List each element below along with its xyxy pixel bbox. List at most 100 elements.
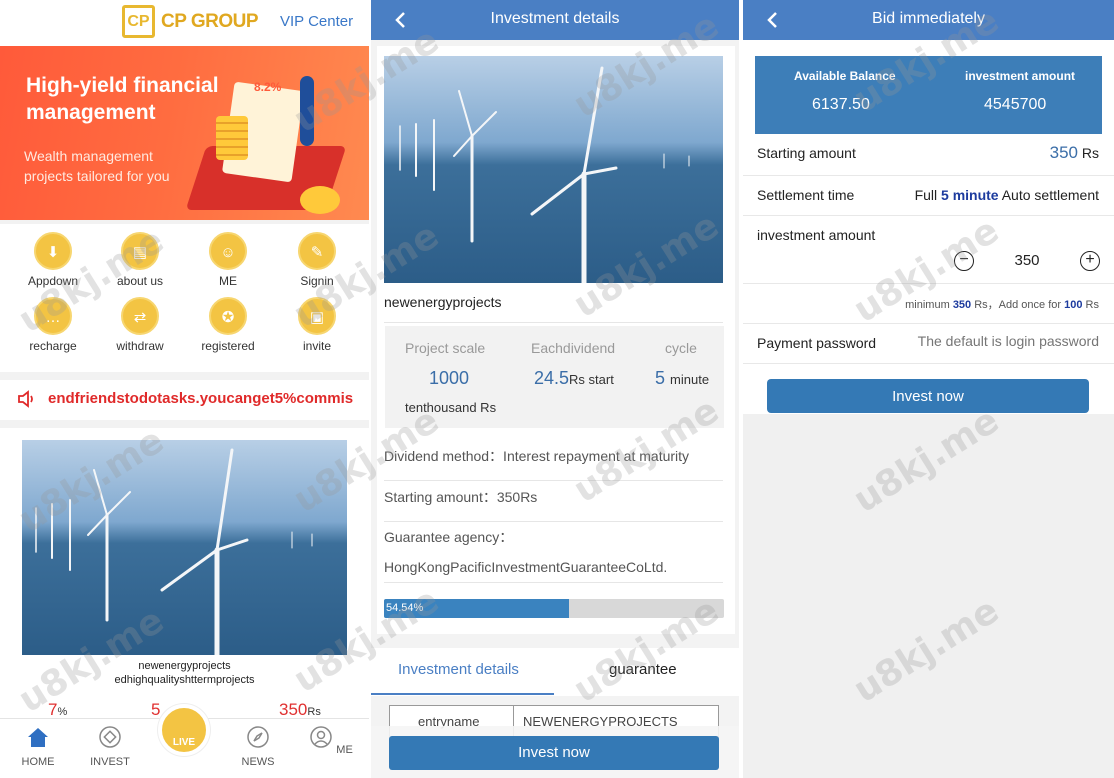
guarantee-agency-row: Guarantee agency： HongKongPacificInvestm… (384, 519, 723, 583)
promo-banner[interactable]: 8.2% High-yield financial management Wea… (0, 46, 369, 220)
withdraw-icon: ⇄ (121, 297, 159, 335)
min-value: 350 (279, 700, 308, 719)
tab-label: NEWS (241, 756, 275, 768)
menu-recharge[interactable]: … recharge (9, 297, 97, 353)
bid-screen: Bid immediately Available Balance invest… (743, 0, 1114, 778)
payment-password-label: Payment password (757, 335, 877, 351)
amount-hint-row: minimum 350 Rs，Add once for 100 Rs (743, 284, 1114, 324)
settlement-time-label: Settlement time (757, 187, 855, 203)
menu-registered[interactable]: ✪ registered (184, 297, 272, 353)
amount-input[interactable]: 350 (1005, 252, 1049, 269)
tab-invest[interactable]: INVEST (80, 725, 140, 768)
starting-number: 350 (1049, 143, 1078, 162)
wind-turbine-illustration (399, 66, 690, 283)
starting-amount-label: Starting amount (757, 145, 856, 161)
page-title: Bid immediately (872, 10, 985, 27)
hint-mid: Rs，Add once for (974, 299, 1062, 311)
tab-label: HOME (21, 756, 55, 768)
project-description: edhighqualityshttermprojects (114, 674, 255, 686)
live-button[interactable]: LIVE (158, 704, 210, 756)
person-illustration (300, 76, 314, 146)
dividend-label: Eachdividend (531, 340, 616, 356)
dividend-method-row: Dividend method：Interest repayment at ma… (384, 438, 723, 481)
starting-amount-row: Starting amount：350Rs (384, 479, 723, 522)
scale-label: Project scale (405, 340, 486, 356)
home-icon (28, 728, 48, 747)
menu-label: Appdown (27, 274, 79, 288)
scale-value: 1000 (429, 368, 470, 388)
payment-password-input[interactable] (899, 333, 1099, 349)
invest-now-button[interactable]: Invest now (389, 736, 719, 770)
progress-text: 54.54% (386, 602, 424, 614)
invest-icon (99, 726, 121, 748)
menu-label: Signin (300, 274, 334, 288)
dividend-number: 24.5 (534, 368, 570, 388)
guarantee-value: HongKongPacificInvestmentGuaranteeCoLtd. (384, 559, 668, 575)
investment-amount-row: investment amount − 350 + (743, 216, 1114, 284)
active-tab-indicator (371, 693, 554, 695)
invest-now-button[interactable]: Invest now (767, 379, 1089, 413)
back-arrow-icon[interactable] (763, 10, 783, 30)
piggy-bank-illustration (300, 186, 340, 214)
hint-step-value: 100 (1064, 299, 1083, 311)
menu-label: withdraw (116, 339, 164, 353)
settlement-time-row: Settlement time Full 5 minute Auto settl… (743, 176, 1114, 216)
tab-news[interactable]: NEWS (228, 725, 288, 768)
settlement-pre: Full (914, 187, 938, 203)
cycle-value: 5 minute (655, 368, 709, 389)
announcement-marquee[interactable]: endfriendstodotasks.youcanget5%commis (0, 380, 369, 420)
user-icon (310, 726, 332, 748)
page-title: Investment details (490, 10, 620, 27)
cycle-number: 5 (655, 368, 666, 388)
guarantee-label: Guarantee agency： (384, 529, 514, 545)
investment-amount-input-label: investment amount (757, 227, 876, 243)
home-screen: CP CP GROUP VIP Center 8.2% High-yield f… (0, 0, 369, 778)
wind-farm-image (384, 56, 723, 283)
amount-hint: minimum 350 Rs，Add once for 100 Rs (905, 296, 1099, 312)
menu-label: recharge (29, 339, 77, 353)
project-min: 350Rs (279, 700, 321, 720)
tab-home[interactable]: HOME (8, 725, 68, 768)
project-name: newenergyprojects (384, 294, 502, 310)
tab-guarantee[interactable]: guarantee (609, 661, 677, 678)
menu-signin[interactable]: ✎ Signin (273, 232, 361, 288)
investment-amount-value: 4545700 (984, 96, 1047, 113)
hint-minimum: minimum (905, 299, 950, 311)
menu-label: ME (219, 274, 237, 288)
back-arrow-icon[interactable] (391, 10, 411, 30)
menu-withdraw[interactable]: ⇄ withdraw (96, 297, 184, 353)
increase-button[interactable]: + (1080, 251, 1100, 271)
available-balance-value: 6137.50 (812, 96, 870, 113)
logo-icon: CP (122, 5, 155, 38)
menu-appdown[interactable]: ⬇ Appdown (9, 232, 97, 288)
speaker-icon (18, 390, 33, 408)
chat-icon: … (34, 297, 72, 335)
hint-unit: Rs (1085, 299, 1099, 311)
project-stats: Project scale Eachdividend cycle 1000 24… (385, 326, 724, 428)
menu-me[interactable]: ☺ ME (184, 232, 272, 288)
menu-invite[interactable]: ▣ invite (273, 297, 361, 353)
dividend-value: 24.5Rs start (534, 368, 614, 389)
settlement-post: Auto settlement (1001, 187, 1099, 203)
investment-amount-label: investment amount (965, 69, 1076, 83)
rate-unit: % (57, 706, 68, 718)
vip-center-link[interactable]: VIP Center (280, 13, 353, 30)
document-icon: ▤ (121, 232, 159, 270)
decrease-button[interactable]: − (954, 251, 974, 271)
quick-menu-grid: ⬇ Appdown ▤ about us ☺ ME ✎ Signin … rec… (0, 224, 369, 372)
details-tabs: Investment details guarantee (371, 648, 739, 696)
tab-investment-details[interactable]: Investment details (398, 661, 519, 678)
tab-me[interactable]: ME (301, 725, 361, 756)
balance-panel: Available Balance investment amount 6137… (755, 56, 1102, 134)
cycle-unit: minute (670, 372, 710, 387)
menu-label: about us (116, 274, 164, 288)
project-card[interactable]: newenergyprojects edhighqualityshttermpr… (0, 428, 369, 720)
menu-about-us[interactable]: ▤ about us (96, 232, 184, 288)
wallet-icon: ▣ (298, 297, 336, 335)
starting-unit: Rs (1081, 145, 1099, 161)
invest-button-area: Invest now (743, 364, 1114, 414)
home-header: CP CP GROUP VIP Center (0, 0, 369, 46)
menu-label: invite (302, 339, 331, 353)
scale-unit: tenthousand Rs (405, 400, 497, 415)
cycle-label: cycle (665, 340, 697, 356)
